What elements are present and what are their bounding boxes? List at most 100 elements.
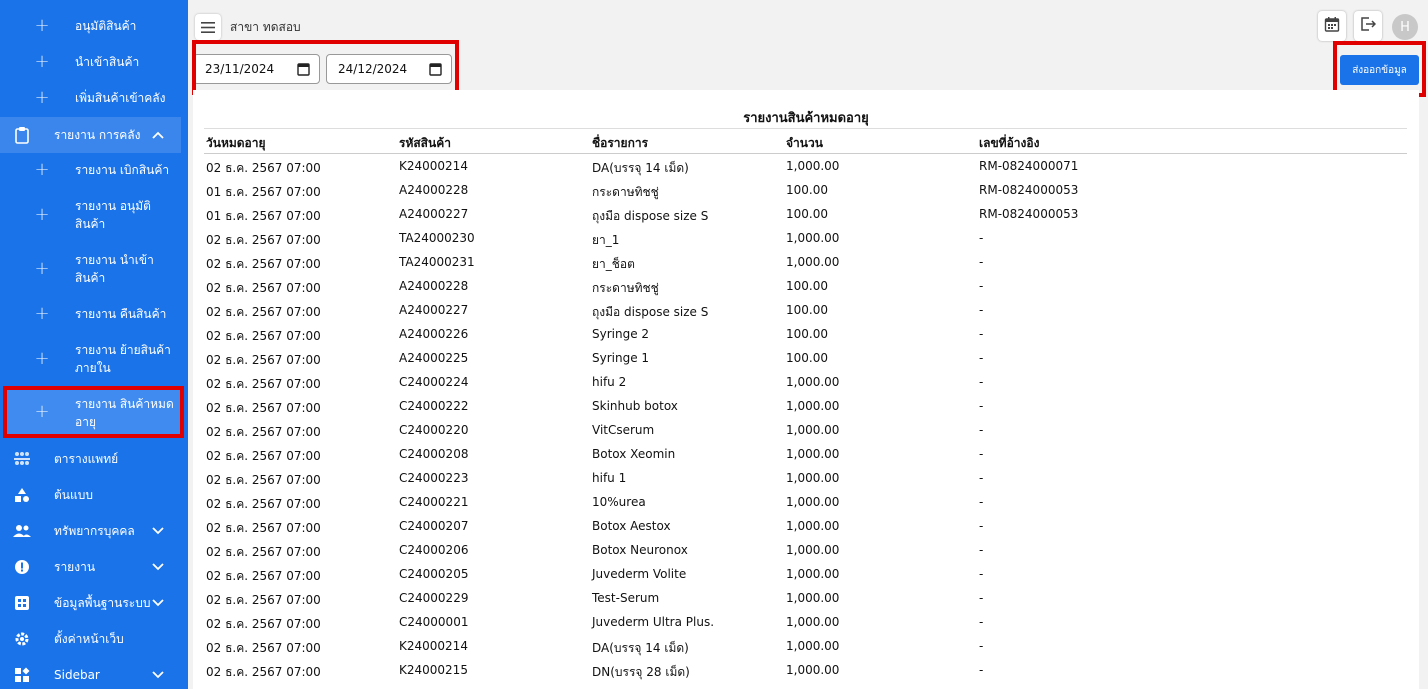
cell-expiry-date: 02 ธ.ค. 2567 07:00 (206, 449, 321, 463)
sidebar-item-label: ข้อมูลพื้นฐานระบบ (54, 596, 151, 610)
column-header-reference-no: เลขที่อ้างอิง (979, 136, 1040, 150)
cell-expiry-date: 02 ธ.ค. 2567 07:00 (206, 353, 321, 367)
cell-reference-no: - (979, 231, 984, 245)
menu-toggle-button[interactable] (195, 14, 221, 40)
cell-product-code: C24000224 (399, 375, 469, 389)
calendar-icon (1324, 16, 1340, 36)
sidebar-item-report-internal-transfer[interactable]: + รายงาน ย้ายสินค้า ภายใน (0, 341, 181, 377)
cell-item-name: Skinhub botox (592, 399, 678, 413)
cell-product-code: C24000220 (399, 423, 469, 437)
sidebar-group-inventory-reports[interactable]: รายงาน การคลัง (0, 117, 181, 153)
cell-quantity: 1,000.00 (786, 543, 840, 557)
calendar-button[interactable] (1318, 11, 1346, 41)
cell-product-code: A24000227 (399, 207, 469, 221)
table-row: 02 ธ.ค. 2567 07:00 A24000225 Syringe 1 100.… (193, 347, 1419, 371)
cell-expiry-date: 02 ธ.ค. 2567 07:00 (206, 401, 321, 415)
cell-item-name: Juvederm Ultra Plus. (592, 615, 715, 629)
cell-reference-no: - (979, 447, 984, 461)
sidebar-item-label: รายงาน นำเข้า สินค้า (75, 253, 154, 285)
cell-quantity: 1,000.00 (786, 231, 840, 245)
cell-expiry-date: 02 ธ.ค. 2567 07:00 (206, 521, 321, 535)
logout-icon (1360, 16, 1377, 36)
sidebar-item-add-stock[interactable]: + เพิ่มสินค้าเข้าคลัง (0, 89, 181, 107)
table-row: 02 ธ.ค. 2567 07:00 A24000227 ถุงมือ dispos… (193, 299, 1419, 323)
cell-item-name: DN(บรรจุ 28 เม็ด) (592, 665, 690, 679)
expired-products-report: รายงานสินค้าหมดอายุ วันหมดอายุ รหัสสินค้… (193, 90, 1419, 689)
cell-expiry-date: 02 ธ.ค. 2567 07:00 (206, 617, 321, 631)
grid-icon (12, 593, 32, 613)
cell-reference-no: - (979, 351, 984, 365)
sidebar-item-human-resources[interactable]: ทรัพยากรบุคคล (0, 521, 181, 541)
table-row: 02 ธ.ค. 2567 07:00 C24000222 Skinhub botox… (193, 395, 1419, 419)
cell-product-code: C24000223 (399, 471, 469, 485)
plus-icon: + (34, 258, 50, 279)
cell-quantity: 100.00 (786, 327, 828, 341)
cell-quantity: 1,000.00 (786, 615, 840, 629)
table-row: 02 ธ.ค. 2567 07:00 C24000001 Juvederm Ultr… (193, 611, 1419, 635)
widgets-icon (12, 665, 32, 685)
logout-button[interactable] (1354, 11, 1382, 41)
cell-expiry-date: 02 ธ.ค. 2567 07:00 (206, 425, 321, 439)
sidebar-item-label: Sidebar (54, 668, 100, 682)
table-row: 02 ธ.ค. 2567 07:00 A24000228 กระดาษทิชชู่ 1… (193, 275, 1419, 299)
cell-product-code: K24000214 (399, 639, 468, 653)
cell-expiry-date: 01 ธ.ค. 2567 07:00 (206, 185, 321, 199)
cell-reference-no: - (979, 567, 984, 581)
cell-item-name: DA(บรรจุ 14 เม็ด) (592, 161, 689, 175)
cell-quantity: 100.00 (786, 351, 828, 365)
sidebar-item-report-approve[interactable]: + รายงาน อนุมัติ สินค้า (0, 197, 181, 233)
cell-reference-no: - (979, 615, 984, 629)
cell-quantity: 100.00 (786, 279, 828, 293)
cell-product-code: C24000222 (399, 399, 469, 413)
cell-product-code: C24000207 (399, 519, 469, 533)
highlight-box-date-filters (192, 40, 459, 95)
group-icon (12, 521, 32, 541)
table-row: 02 ธ.ค. 2567 07:00 A24000226 Syringe 2 100.… (193, 323, 1419, 347)
cell-quantity: 1,000.00 (786, 447, 840, 461)
cell-item-name: ยา_1 (592, 233, 620, 247)
clipboard-icon (12, 125, 32, 145)
sidebar-item-import-products[interactable]: + นำเข้าสินค้า (0, 53, 181, 71)
sidebar-item-web-settings[interactable]: ตั้งค่าหน้าเว็บ (0, 629, 181, 649)
cell-reference-no: RM-0824000053 (979, 207, 1079, 221)
cell-quantity: 1,000.00 (786, 567, 840, 581)
table-row: 02 ธ.ค. 2567 07:00 C24000205 Juvederm Voli… (193, 563, 1419, 587)
cell-item-name: Botox Aestox (592, 519, 671, 533)
cell-item-name: Syringe 2 (592, 327, 650, 341)
cell-item-name: ยา_ช็อต (592, 257, 635, 271)
chevron-down-icon (150, 667, 166, 683)
cell-expiry-date: 02 ธ.ค. 2567 07:00 (206, 377, 321, 391)
plus-icon: + (34, 204, 50, 225)
sidebar-item-doctor-schedule[interactable]: ตารางแพทย์ (0, 449, 181, 469)
sidebar-item-sidebar[interactable]: Sidebar (0, 665, 181, 685)
sidebar-item-report-import[interactable]: + รายงาน นำเข้า สินค้า (0, 251, 181, 287)
cell-product-code: C24000221 (399, 495, 469, 509)
sidebar-item-report-withdraw[interactable]: + รายงาน เบิกสินค้า (0, 161, 181, 179)
cell-product-code: A24000228 (399, 183, 469, 197)
cell-product-code: C24000229 (399, 591, 469, 605)
sidebar-item-label: นำเข้าสินค้า (75, 55, 140, 69)
plus-icon: + (34, 303, 50, 324)
cell-expiry-date: 02 ธ.ค. 2567 07:00 (206, 161, 321, 175)
cell-expiry-date: 02 ธ.ค. 2567 07:00 (206, 329, 321, 343)
cell-expiry-date: 02 ธ.ค. 2567 07:00 (206, 593, 321, 607)
sidebar-item-report-return[interactable]: + รายงาน คืนสินค้า (0, 305, 181, 323)
cell-reference-no: - (979, 375, 984, 389)
sidebar-item-templates[interactable]: ต้นแบบ (0, 485, 181, 505)
table-row: 01 ธ.ค. 2567 07:00 A24000228 กระดาษทิชชู่ 1… (193, 179, 1419, 203)
sidebar-item-reports[interactable]: รายงาน (0, 557, 181, 577)
sidebar-item-label: ตั้งค่าหน้าเว็บ (54, 632, 124, 646)
cell-reference-no: - (979, 423, 984, 437)
table-row: 01 ธ.ค. 2567 07:00 A24000227 ถุงมือ dispos… (193, 203, 1419, 227)
plus-icon: + (34, 348, 50, 369)
table-row: 02 ธ.ค. 2567 07:00 C24000221 10%urea 1,000.… (193, 491, 1419, 515)
cell-item-name: hifu 2 (592, 375, 627, 389)
table-row: 02 ธ.ค. 2567 07:00 K24000214 DA(บรรจุ 14 เ… (193, 635, 1419, 659)
avatar[interactable]: H (1392, 14, 1418, 40)
highlight-box-sidebar-selection (3, 386, 184, 438)
report-title: รายงานสินค้าหมดอายุ (743, 111, 869, 126)
cell-reference-no: - (979, 543, 984, 557)
sidebar-item-master-data[interactable]: ข้อมูลพื้นฐานระบบ (0, 593, 181, 613)
sidebar-item-approve-products[interactable]: + อนุมัติสินค้า (0, 17, 181, 35)
sidebar-item-label: ตารางแพทย์ (54, 452, 119, 466)
